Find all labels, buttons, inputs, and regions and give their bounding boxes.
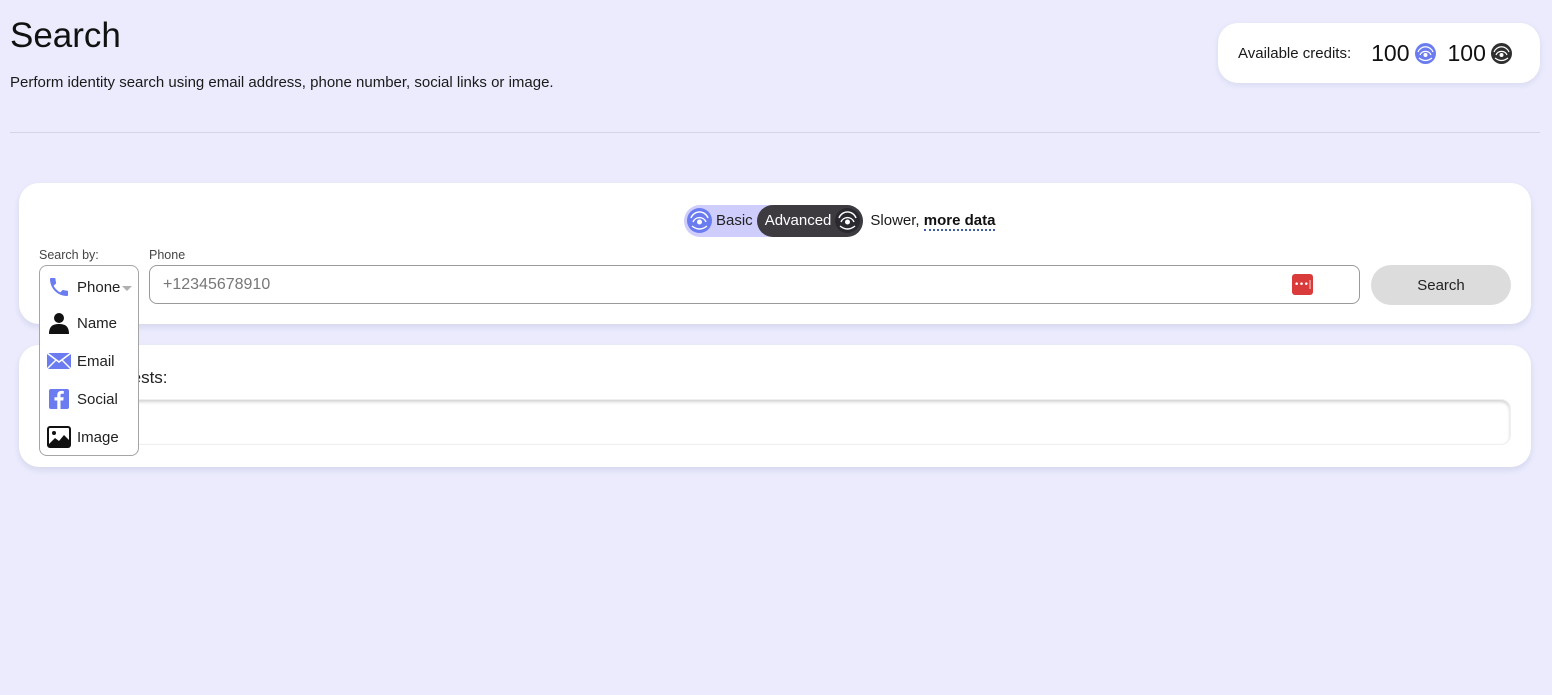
advanced-credits-value: 100 [1447,39,1486,66]
phone-input[interactable] [161,274,1292,295]
phone-input-container: •••| [149,265,1360,304]
basic-credit-coin-icon [1414,42,1436,64]
recent-requests-card: Recent requests: [19,345,1531,467]
mode-option-advanced[interactable]: Advanced [756,204,864,237]
search-type-option-phone-label: Phone [77,278,121,296]
search-type-option-phone[interactable]: Phone [47,273,133,301]
mode-description: Slower, more data [870,212,996,231]
advanced-mode-icon [835,208,861,233]
password-manager-icon[interactable]: •••| [1292,274,1313,295]
header-divider [10,132,1540,133]
mode-option-advanced-label: Advanced [764,212,832,229]
credits-panel: Available credits: 100 100 [1218,23,1540,83]
phone-icon [47,275,71,299]
search-card: Basic Advanced Slower, more data Search [19,183,1531,324]
search-type-option-email-label: Email [77,352,115,370]
more-data-link[interactable]: more data [923,212,996,231]
search-type-option-social-label: Social [77,390,118,408]
person-icon [47,311,71,335]
basic-credits-value: 100 [1371,39,1410,66]
advanced-credit-coin-icon [1490,42,1512,64]
search-button[interactable]: Search [1371,265,1511,305]
page-title: Search [10,16,121,55]
search-type-option-name[interactable]: Name [47,309,117,337]
envelope-icon [47,349,71,373]
search-by-label: Search by: [39,248,99,262]
mode-description-text: Slower, [870,212,924,229]
facebook-icon [47,387,71,411]
search-type-dropdown[interactable]: Phone Name Email Social Image [39,265,139,456]
search-type-option-name-label: Name [77,314,118,332]
credits-label: Available credits: [1238,44,1352,62]
search-type-option-image[interactable]: Image [47,423,119,451]
search-type-option-email[interactable]: Email [47,347,115,375]
mode-option-basic-label: Basic [716,212,753,229]
search-type-option-image-label: Image [77,428,119,446]
phone-field-label: Phone [149,248,186,262]
basic-mode-icon [687,208,712,233]
search-mode-toggle: Basic Advanced Slower, more data [684,204,996,237]
search-type-option-social[interactable]: Social [47,385,118,413]
page-subtitle: Perform identity search using email addr… [10,74,554,91]
chevron-down-icon [122,285,133,291]
mode-toggle-pill[interactable]: Basic Advanced [684,204,864,237]
mode-option-basic[interactable]: Basic [687,208,757,233]
image-icon [47,425,71,449]
recent-requests-list [39,399,1511,445]
